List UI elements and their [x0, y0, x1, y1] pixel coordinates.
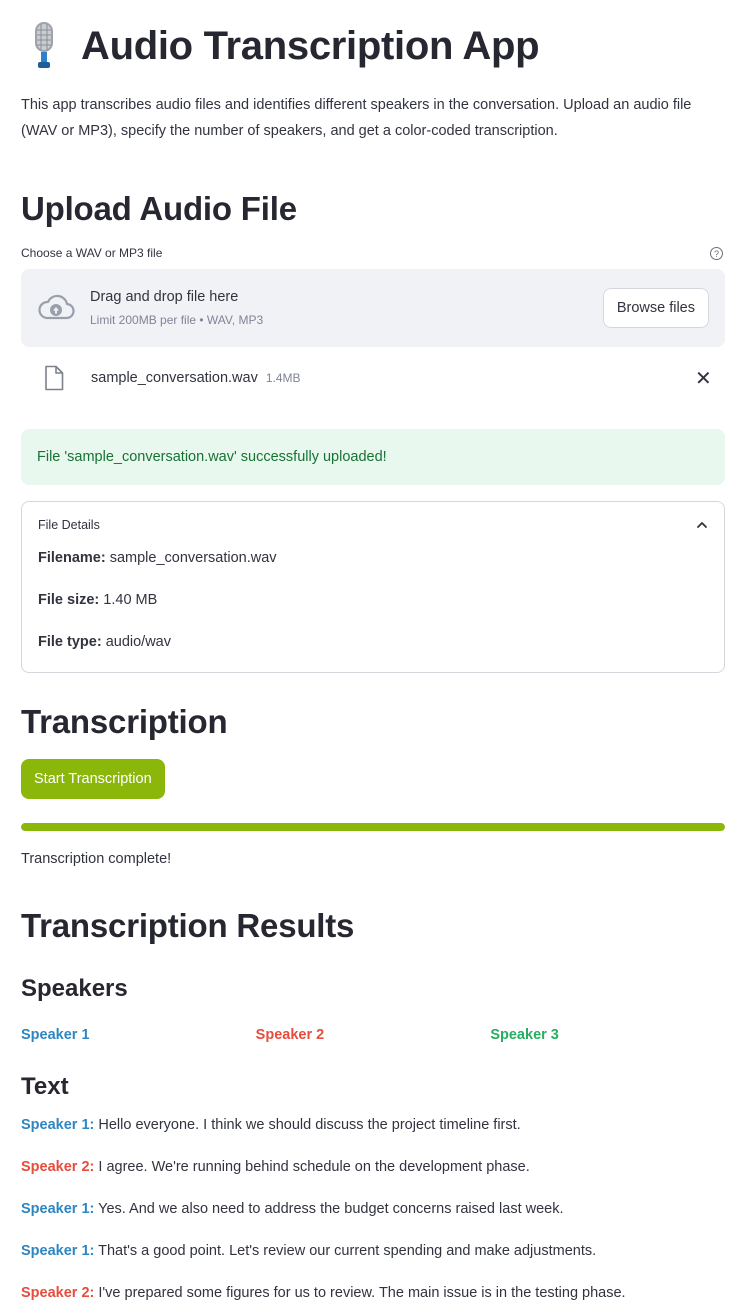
speaker-label: Speaker 2 — [255, 1027, 325, 1043]
uploader-label-row: Choose a WAV or MP3 file ? — [21, 246, 725, 260]
uploaded-file-size: 1.4MB — [265, 371, 301, 385]
line-speaker: Speaker 1: — [21, 1117, 95, 1133]
line-speaker: Speaker 2: — [21, 1159, 95, 1175]
speaker-legend: Speaker 1 Speaker 2 Speaker 3 — [21, 1027, 725, 1043]
title-row: Audio Transcription App — [21, 0, 725, 92]
detail-filesize: File size: 1.40 MB — [38, 590, 708, 610]
browse-files-button[interactable]: Browse files — [602, 288, 709, 328]
transcript-line: Speaker 2: I agree. We're running behind… — [21, 1157, 725, 1177]
line-speaker: Speaker 2: — [21, 1285, 95, 1301]
detail-filetype: File type: audio/wav — [38, 632, 708, 652]
file-icon — [43, 365, 65, 391]
intro-text: This app transcribes audio files and ide… — [21, 97, 692, 139]
cloud-upload-icon — [37, 293, 75, 323]
detail-filename-label: Filename: — [38, 550, 106, 566]
detail-filesize-label: File size: — [38, 592, 100, 608]
detail-filetype-value: audio/wav — [105, 634, 171, 650]
chevron-up-icon[interactable] — [696, 519, 708, 531]
detail-filesize-value: 1.40 MB — [103, 592, 158, 608]
speaker-label: Speaker 3 — [490, 1027, 559, 1043]
transcript-line: Speaker 2: I've prepared some figures fo… — [21, 1283, 725, 1303]
expander-title: File Details — [38, 518, 100, 532]
line-text: Yes. And we also need to address the bud… — [94, 1201, 564, 1217]
progress-bar — [21, 823, 725, 831]
line-speaker: Speaker 1: — [21, 1201, 95, 1217]
line-speaker: Speaker 1: — [21, 1243, 95, 1259]
start-transcription-button[interactable]: Start Transcription — [21, 759, 165, 799]
line-text: That's a good point. Let's review our cu… — [94, 1243, 597, 1259]
detail-filename-value: sample_conversation.wav — [109, 550, 277, 566]
transcript-line: Speaker 1: That's a good point. Let's re… — [21, 1241, 725, 1261]
microphone-icon — [21, 20, 67, 72]
file-limit-text: Limit 200MB per file • WAV, MP3 — [90, 313, 264, 327]
detail-filetype-label: File type: — [38, 634, 102, 650]
text-heading: Text — [21, 1073, 69, 1100]
detail-filename: Filename: sample_conversation.wav — [38, 548, 708, 568]
line-text: Hello everyone. I think we should discus… — [94, 1117, 521, 1133]
transcript: Speaker 1: Hello everyone. I think we sh… — [21, 1115, 725, 1303]
expander-header[interactable]: File Details — [38, 502, 708, 548]
page: Audio Transcription App This app transcr… — [0, 0, 746, 1303]
dropzone-text: Drag and drop file here Limit 200MB per … — [90, 289, 603, 327]
page-title: Audio Transcription App — [81, 23, 540, 68]
uploaded-file-name: sample_conversation.wav — [91, 370, 258, 386]
success-message: File 'sample_conversation.wav' successfu… — [37, 449, 387, 465]
line-text: I agree. We're running behind schedule o… — [94, 1159, 530, 1175]
results-heading: Transcription Results — [21, 907, 355, 944]
uploader-label: Choose a WAV or MP3 file — [21, 246, 163, 260]
drop-instructions: Drag and drop file here — [90, 289, 239, 305]
speakers-heading: Speakers — [21, 975, 128, 1002]
transcription-status: Transcription complete! — [21, 851, 172, 867]
help-icon[interactable]: ? — [710, 246, 723, 260]
upload-heading: Upload Audio File — [21, 190, 297, 227]
file-dropzone[interactable]: Drag and drop file here Limit 200MB per … — [21, 269, 725, 347]
transcription-heading: Transcription — [21, 703, 228, 740]
speaker-label: Speaker 1 — [21, 1027, 90, 1043]
upload-success-alert: File 'sample_conversation.wav' successfu… — [21, 429, 725, 485]
transcript-line: Speaker 1: Hello everyone. I think we sh… — [21, 1115, 725, 1135]
transcript-line: Speaker 1: Yes. And we also need to addr… — [21, 1199, 725, 1219]
uploaded-file-row: sample_conversation.wav 1.4MB ✕ — [21, 347, 725, 409]
close-icon[interactable]: ✕ — [695, 366, 712, 391]
progress-fill — [21, 823, 725, 831]
line-text: I've prepared some figures for us to rev… — [94, 1285, 626, 1301]
file-details-expander: File Details Filename: sample_conversati… — [21, 501, 725, 673]
